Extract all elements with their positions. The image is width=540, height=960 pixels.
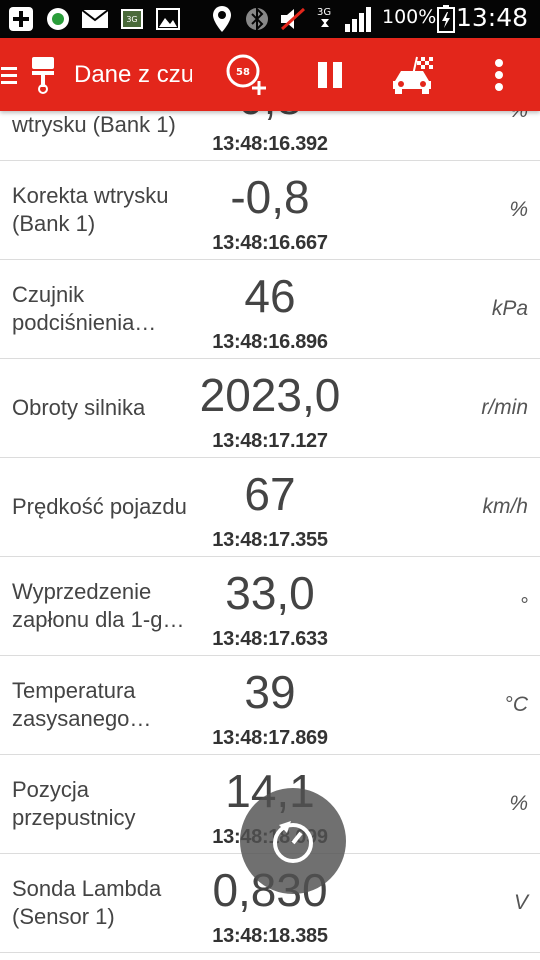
sensor-label: Wyprzedzenie zapłonu dla 1-g… [12,579,185,632]
sensor-timestamp: 13:48:17.127 [212,430,328,452]
sensor-label: Sonda Lambda (Sensor 1) [12,876,162,929]
svg-text:3G: 3G [317,7,331,18]
sensor-label: Czujnik podciśnienia… [12,282,157,335]
3g-icon: 3G [118,5,146,33]
svg-text:3G: 3G [126,15,137,24]
add-gauge-icon[interactable]: 58 [222,38,272,111]
menu-icon[interactable] [0,38,18,111]
sensor-unit: r/min [481,396,528,419]
sensor-row[interactable]: Prędkość pojazdu 67 13:48:17.355 km/h [0,458,540,557]
piston-icon [26,38,60,111]
sensor-value: 2023,0 [199,369,341,421]
sensor-unit: % [509,198,528,221]
app-bar: Dane z czujników 58 [0,38,540,111]
image-icon [154,5,182,33]
overflow-menu-icon[interactable] [484,38,514,111]
sensor-timestamp: 13:48:17.869 [212,727,328,749]
car-race-icon[interactable] [388,38,440,111]
svg-text:58: 58 [236,67,250,78]
sensor-value: -0,8 [230,171,310,223]
gauge-icon [273,821,313,863]
add-box-icon [6,5,36,33]
sensor-label: Korekta wtrysku (Bank 1) [12,183,169,236]
battery-icon [436,5,456,33]
sensor-row[interactable]: Temperatura zasysanego… 39 13:48:17.869 °C [0,656,540,755]
sensor-unit: kPa [491,297,528,320]
battery-percent: 100% [382,6,437,28]
sensor-label: Obroty silnika [12,395,146,420]
sensor-unit: % [509,792,528,815]
sensor-timestamp: 13:48:16.667 [212,232,328,254]
status-bar: 3G 3G 100% 13:48 [0,0,540,38]
bluetooth-icon [244,5,270,33]
mute-icon [278,5,308,33]
app-icon [44,5,72,33]
page-title: Dane z czujników [74,60,192,88]
pause-icon [318,61,342,88]
sensor-label: Pozycja przepustnicy [12,777,136,830]
pause-button[interactable] [308,38,352,111]
sensor-value: 46 [244,270,296,322]
sensor-value: 33,0 [225,567,315,619]
sensor-row[interactable]: Korekta wtrysku (Bank 1) -0,8 13:48:16.667… [0,161,540,260]
sensor-row[interactable]: Wyprzedzenie zapłonu dla 1-g… 33,0 13:48:1… [0,557,540,656]
sensor-label: Temperatura zasysanego… [12,678,152,731]
sensor-unit: °C [504,693,528,716]
sensor-unit: ° [519,594,528,617]
floating-action-button[interactable] [240,788,346,894]
sensor-timestamp: 13:48:18.385 [212,925,328,947]
sensor-label: Prędkość pojazdu [12,494,187,519]
sensor-timestamp: 13:48:16.392 [212,133,328,155]
sensor-unit: V [513,891,528,914]
sensor-value: 67 [244,468,296,520]
sensor-timestamp: 13:48:17.355 [212,529,328,551]
signal-icon: 3G [316,5,376,33]
sensor-value: 39 [244,666,296,718]
sensor-timestamp: 13:48:17.633 [212,628,328,650]
location-icon [210,5,234,33]
sensor-unit: km/h [482,495,528,518]
sensor-row[interactable]: Czujnik podciśnienia… 46 13:48:16.896 kPa [0,260,540,359]
mail-icon [80,5,110,33]
clock: 13:48 [455,3,528,32]
sensor-timestamp: 13:48:16.896 [212,331,328,353]
sensor-row[interactable]: Obroty silnika 2023,0 13:48:17.127 r/min [0,359,540,458]
